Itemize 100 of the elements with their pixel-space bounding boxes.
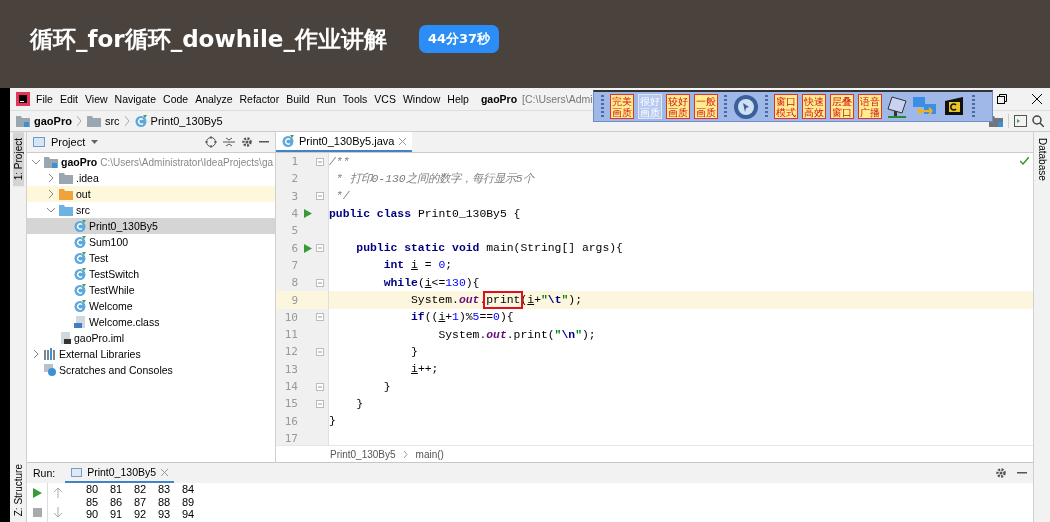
class-icon	[74, 300, 86, 312]
quality-button[interactable]: 快速高效	[802, 94, 826, 119]
menu-item[interactable]: Help	[446, 93, 470, 105]
tree-item[interactable]: Welcome.class	[89, 316, 160, 328]
menu-item[interactable]: Window	[401, 93, 442, 105]
fold-icon[interactable]	[316, 399, 324, 408]
tree-item[interactable]: TestSwitch	[89, 268, 140, 280]
close-icon[interactable]	[1032, 94, 1042, 104]
line-number: 17	[283, 431, 299, 445]
tree-item[interactable]: TestWhile	[89, 284, 135, 296]
quality-button[interactable]: 语音广播	[858, 94, 882, 119]
locate-icon[interactable]	[205, 136, 217, 148]
down-arrow-icon[interactable]	[54, 507, 62, 518]
menu-item[interactable]: VCS	[373, 93, 397, 105]
settings-icon[interactable]	[995, 467, 1007, 479]
line-number: 8	[290, 276, 299, 290]
panel-title[interactable]: Project	[51, 136, 86, 148]
fold-icon[interactable]	[316, 347, 324, 356]
file-icon	[74, 316, 86, 328]
collapse-icon[interactable]	[223, 136, 235, 148]
tree-item[interactable]: gaoPro.iml	[74, 332, 125, 344]
app-logo-icon	[16, 92, 30, 106]
menu-item[interactable]: Tools	[341, 93, 369, 105]
menu-item[interactable]: Navigate	[113, 93, 158, 105]
tree-item[interactable]: Scratches and Consoles	[59, 364, 173, 376]
panel-icon	[33, 137, 45, 147]
tree-item[interactable]: .idea	[76, 172, 99, 184]
menu-item[interactable]: View	[84, 93, 109, 105]
class-icon	[74, 236, 86, 248]
fold-icon[interactable]	[316, 244, 324, 253]
menu-item[interactable]: Run	[315, 93, 337, 105]
folder-icon	[59, 188, 73, 200]
menu-item[interactable]: Refactor	[238, 93, 281, 105]
line-number: 11	[283, 328, 299, 342]
line-number: 3	[290, 189, 299, 203]
tool-window-tab[interactable]: Z: Structure	[12, 457, 24, 522]
dropdown-caret-icon[interactable]	[91, 140, 99, 144]
tree-item[interactable]: out	[76, 188, 91, 200]
fold-icon[interactable]	[316, 313, 324, 322]
settings-icon[interactable]	[241, 136, 253, 148]
tree-item[interactable]: Sum100	[89, 236, 129, 248]
code-line: int i = 0;	[382, 259, 453, 272]
quality-button[interactable]: 完美画质	[610, 94, 634, 119]
breadcrumb-item[interactable]: main()	[415, 448, 444, 460]
run-tab[interactable]: Print0_130By5	[65, 463, 175, 483]
tree-item[interactable]: External Libraries	[59, 348, 141, 360]
menu-item[interactable]: Code	[162, 93, 190, 105]
console-output: 90	[86, 508, 100, 521]
video-title: 循环_for循环_dowhile_作业讲解	[30, 24, 387, 54]
breadcrumb-item[interactable]: Print0_130By5	[330, 448, 396, 460]
menu-item[interactable]: Build	[285, 93, 311, 105]
fold-icon[interactable]	[316, 157, 324, 166]
menu-item[interactable]: File	[35, 93, 54, 105]
class-icon	[74, 252, 86, 264]
project-path: [C:\Users\Admi	[522, 93, 593, 105]
console-output: 92	[134, 508, 148, 521]
run-icon[interactable]	[32, 488, 42, 498]
tool-window-tab[interactable]: 1: Project	[12, 132, 24, 187]
restore-window-icon[interactable]	[997, 94, 1007, 104]
tree-item[interactable]: src	[76, 204, 90, 216]
minimize-icon[interactable]	[1017, 472, 1027, 474]
quality-button[interactable]: 层叠窗口	[830, 94, 854, 119]
line-number: 2	[290, 172, 299, 186]
folder-icon	[59, 172, 73, 184]
minimize-icon[interactable]	[259, 141, 269, 143]
run-icon[interactable]	[304, 209, 312, 219]
tree-item[interactable]: Test	[89, 252, 109, 264]
code-line: }	[355, 397, 364, 410]
project-path: C:\Users\Administrator\IdeaProjects\ga	[100, 156, 273, 168]
menu-item[interactable]: Edit	[58, 93, 79, 105]
editor-tab[interactable]: Print0_130By5.java	[276, 132, 413, 152]
tool-window-tab[interactable]: Database	[1036, 132, 1048, 187]
breadcrumb-item[interactable]: gaoPro	[34, 115, 72, 127]
breadcrumb-item[interactable]: Print0_130By5	[150, 115, 223, 127]
stop-icon[interactable]	[32, 508, 42, 517]
chevron-icon	[403, 450, 408, 458]
breadcrumb-item[interactable]: src	[104, 115, 120, 127]
module-folder-icon	[16, 115, 30, 127]
quality-button[interactable]: 窗口模式	[774, 94, 798, 119]
up-arrow-icon[interactable]	[54, 487, 62, 498]
terminal-window-icon[interactable]	[1014, 115, 1027, 127]
line-number: 12	[283, 345, 299, 359]
tree-item[interactable]: Welcome	[89, 300, 133, 312]
console-output: 83	[158, 483, 172, 496]
run-icon[interactable]	[304, 243, 312, 253]
quality-button[interactable]: 较好画质	[666, 94, 690, 119]
code-line: System.out.print("\n");	[437, 328, 596, 341]
menu-item[interactable]: Analyze	[194, 93, 234, 105]
class-icon	[74, 220, 86, 232]
scratches-icon	[44, 364, 56, 376]
fold-icon[interactable]	[316, 278, 324, 287]
chevron-icon	[76, 116, 82, 126]
pin-icon[interactable]	[733, 93, 759, 120]
tree-item[interactable]: gaoPro	[61, 156, 98, 168]
drawing-tablet-icon[interactable]	[886, 94, 908, 119]
quality-button[interactable]: 一般画质	[694, 94, 718, 119]
fold-icon[interactable]	[316, 192, 324, 201]
search-icon[interactable]	[1032, 115, 1044, 127]
console-output: 87	[134, 495, 148, 508]
fold-icon[interactable]	[316, 382, 324, 391]
